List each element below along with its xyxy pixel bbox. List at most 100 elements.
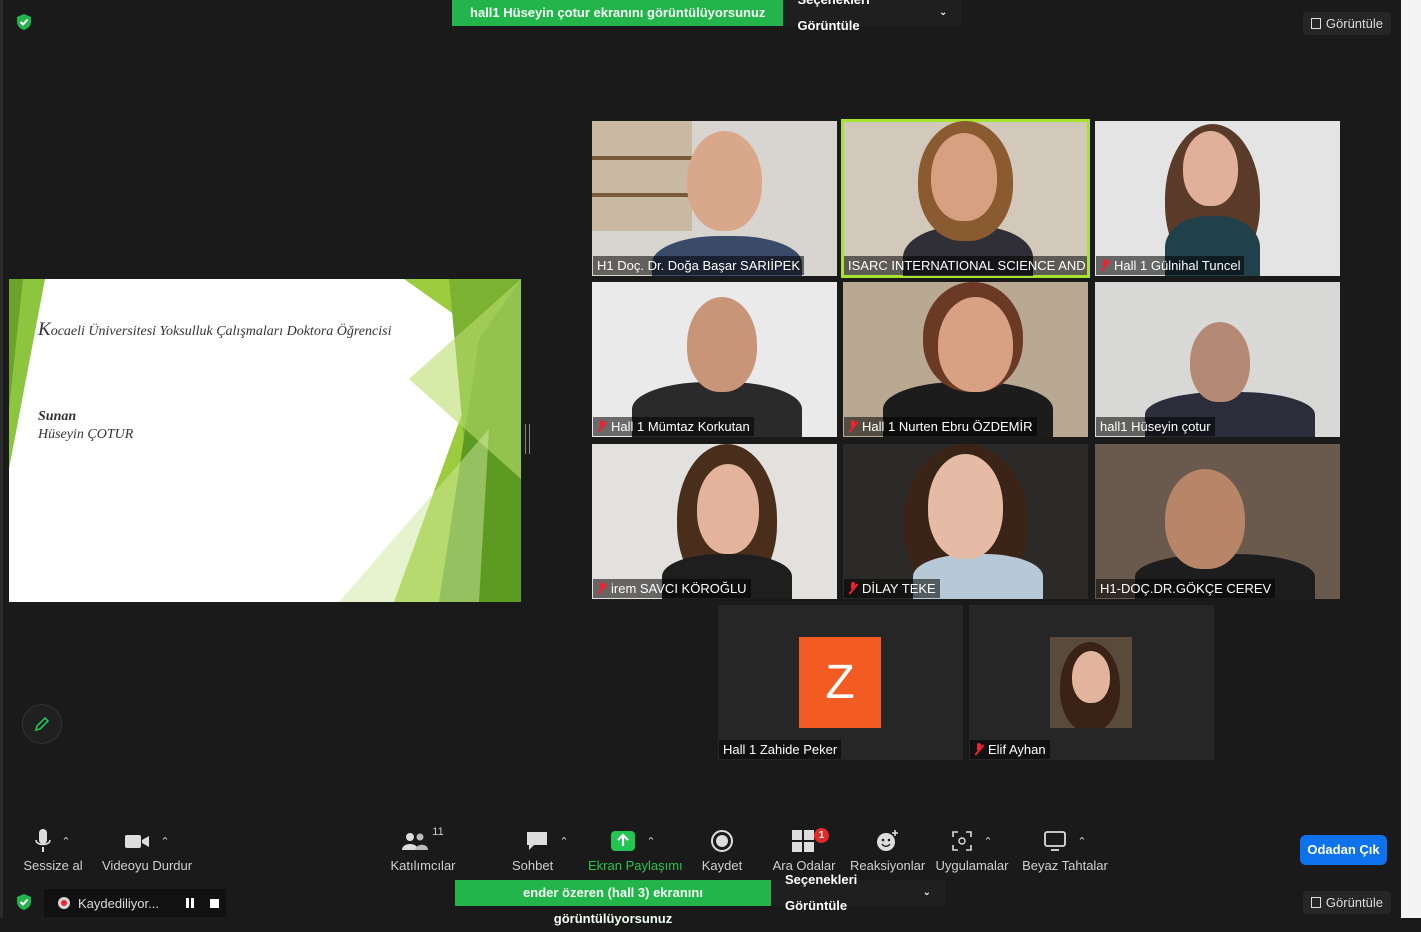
participant-name: Hall 1 Gülnihal Tuncel	[1096, 256, 1245, 275]
participants-label: Katılımcılar	[390, 858, 456, 873]
video-tile-active-speaker[interactable]: ISARC INTERNATIONAL SCIENCE AND ...	[841, 119, 1090, 278]
chevron-up-icon[interactable]: ⌃	[646, 835, 655, 848]
muted-mic-icon	[848, 420, 858, 433]
stop-recording-icon[interactable]	[210, 898, 219, 908]
video-tile[interactable]: irem SAVCI KÖROĞLU	[592, 444, 837, 599]
participant-name: Elif Ayhan	[970, 740, 1050, 759]
annotate-pen-button[interactable]	[22, 704, 62, 744]
video-tile[interactable]: DİLAY TEKE	[843, 444, 1088, 599]
record-button[interactable]: Kaydet	[700, 826, 744, 873]
avatar-photo	[1050, 637, 1132, 728]
video-tile[interactable]: Hall 1 Nurten Ebru ÖZDEMİR	[843, 282, 1088, 437]
share-screen-label: Ekran Paylaşımı	[588, 858, 683, 873]
chat-label: Sohbet	[512, 858, 554, 873]
share-status-text: hall1 Hüseyin çotur ekranını görüntülüyo…	[452, 0, 784, 26]
recording-label: Kaydediliyor...	[78, 895, 159, 911]
view-button-top[interactable]: Görüntüle	[1302, 12, 1391, 35]
stop-video-label: Videoyu Durdur	[102, 858, 193, 873]
breakout-rooms-icon	[792, 830, 814, 852]
chevron-up-icon[interactable]: ⌃	[983, 835, 992, 848]
chat-bubble-icon	[527, 832, 548, 850]
apps-button[interactable]: ⌃ Uygulamalar	[934, 826, 1010, 873]
share-screen-icon	[611, 831, 636, 851]
pause-recording-icon[interactable]	[186, 898, 194, 908]
apps-label: Uygulamalar	[935, 858, 1009, 873]
recording-indicator: Kaydediliyor...	[44, 889, 226, 917]
whiteboards-button[interactable]: ⌃ Beyaz Tahtalar	[1022, 826, 1108, 873]
chevron-up-icon[interactable]: ⌃	[160, 835, 169, 848]
person-head	[1165, 469, 1245, 569]
participants-icon	[402, 833, 429, 850]
chevron-up-icon[interactable]: ⌃	[61, 835, 70, 848]
chevron-down-icon: ⌄	[939, 7, 948, 18]
video-tile[interactable]: H1-DOÇ.DR.GÖKÇE CEREV	[1095, 444, 1340, 599]
view-options-label: Seçenekleri Görüntüle	[785, 872, 858, 913]
chevron-down-icon: ⌄	[922, 887, 931, 898]
stop-video-button[interactable]: ⌃ Videoyu Durdur	[102, 826, 192, 873]
view-layout-icon	[1310, 18, 1321, 29]
muted-mic-icon	[1100, 259, 1110, 272]
whiteboard-icon	[1044, 831, 1067, 851]
smiley-plus-icon	[877, 830, 898, 851]
person-head	[1183, 131, 1238, 206]
video-tile[interactable]: Z Hall 1 Zahide Peker	[718, 605, 963, 760]
shared-slide: Kocaeli Üniversitesi Yoksulluk Çalışmala…	[9, 279, 521, 602]
reactions-button[interactable]: Reaksiyonlar	[850, 826, 925, 873]
apps-icon	[952, 831, 973, 851]
video-tile[interactable]: hall1 Hüseyin çotur	[1095, 282, 1340, 437]
microphone-icon	[35, 829, 52, 852]
video-camera-icon	[125, 835, 150, 848]
security-shield-icon[interactable]	[15, 893, 33, 911]
person-head	[1072, 651, 1110, 703]
person-head	[928, 454, 1003, 559]
view-options-button[interactable]: Seçenekleri Görüntüle ⌄	[783, 0, 962, 33]
video-tile[interactable]: H1 Doç. Dr. Doğa Başar SARIİPEK	[592, 121, 837, 276]
muted-mic-icon	[597, 582, 607, 595]
view-button-label: Görüntüle	[1325, 16, 1383, 31]
muted-mic-icon	[848, 582, 858, 595]
shelf-board	[592, 156, 692, 160]
video-tile[interactable]: Elif Ayhan	[969, 605, 1214, 760]
participant-name: DİLAY TEKE	[844, 579, 940, 598]
breakout-rooms-button[interactable]: 1 Ara Odalar	[772, 826, 836, 873]
security-shield-icon[interactable]	[15, 13, 33, 31]
breakout-badge: 1	[814, 828, 829, 843]
participant-name: irem SAVCI KÖROĞLU	[593, 579, 751, 598]
person-head	[938, 297, 1013, 392]
person-head	[1190, 322, 1250, 402]
whiteboards-label: Beyaz Tahtalar	[1022, 858, 1108, 873]
participant-name: ISARC INTERNATIONAL SCIENCE AND ...	[844, 256, 1087, 275]
muted-mic-icon	[597, 420, 607, 433]
person-head	[687, 131, 762, 231]
chat-button[interactable]: ⌃ Sohbet	[512, 826, 582, 873]
leave-room-button[interactable]: Odadan Çık	[1300, 835, 1387, 865]
chevron-up-icon[interactable]: ⌃	[1077, 835, 1086, 848]
mute-label: Sessize al	[23, 858, 83, 873]
record-label: Kaydet	[701, 858, 743, 873]
participant-count: 11	[432, 826, 444, 838]
participant-name: Hall 1 Mümtaz Korkutan	[593, 417, 754, 436]
slide-subtitle: Kocaeli Üniversitesi Yoksulluk Çalışmala…	[38, 319, 392, 340]
share-status-text: ender özeren (hall 3) ekranını görüntülü…	[455, 880, 771, 926]
panel-resize-handle[interactable]	[525, 424, 530, 454]
chevron-up-icon[interactable]: ⌃	[559, 835, 568, 848]
muted-mic-icon	[974, 743, 984, 756]
view-layout-icon	[1310, 897, 1321, 908]
slide-presented-by-label: Sunan	[38, 409, 77, 424]
view-button-bottom[interactable]: Görüntüle	[1302, 891, 1391, 914]
view-options-button[interactable]: Seçenekleri Görüntüle ⌄	[771, 872, 945, 913]
mute-button[interactable]: ⌃ Sessize al	[22, 826, 84, 873]
bottom-share-banner: ender özeren (hall 3) ekranını görüntülü…	[455, 872, 945, 926]
avatar-letter: Z	[799, 637, 881, 728]
participants-button[interactable]: 11 Katılımcılar	[390, 826, 456, 873]
video-tile[interactable]: Hall 1 Mümtaz Korkutan	[592, 282, 837, 437]
video-tile[interactable]: Hall 1 Gülnihal Tuncel	[1095, 121, 1340, 276]
person-head	[697, 464, 759, 554]
view-options-label: Seçenekleri Görüntüle	[797, 0, 869, 33]
person-head	[687, 297, 757, 392]
share-screen-button[interactable]: ⌃ Ekran Paylaşımı	[588, 826, 683, 873]
person-head	[931, 133, 997, 221]
record-icon	[711, 830, 733, 852]
participant-name: hall1 Hüseyin çotur	[1096, 417, 1215, 436]
shelf-board	[592, 193, 692, 197]
